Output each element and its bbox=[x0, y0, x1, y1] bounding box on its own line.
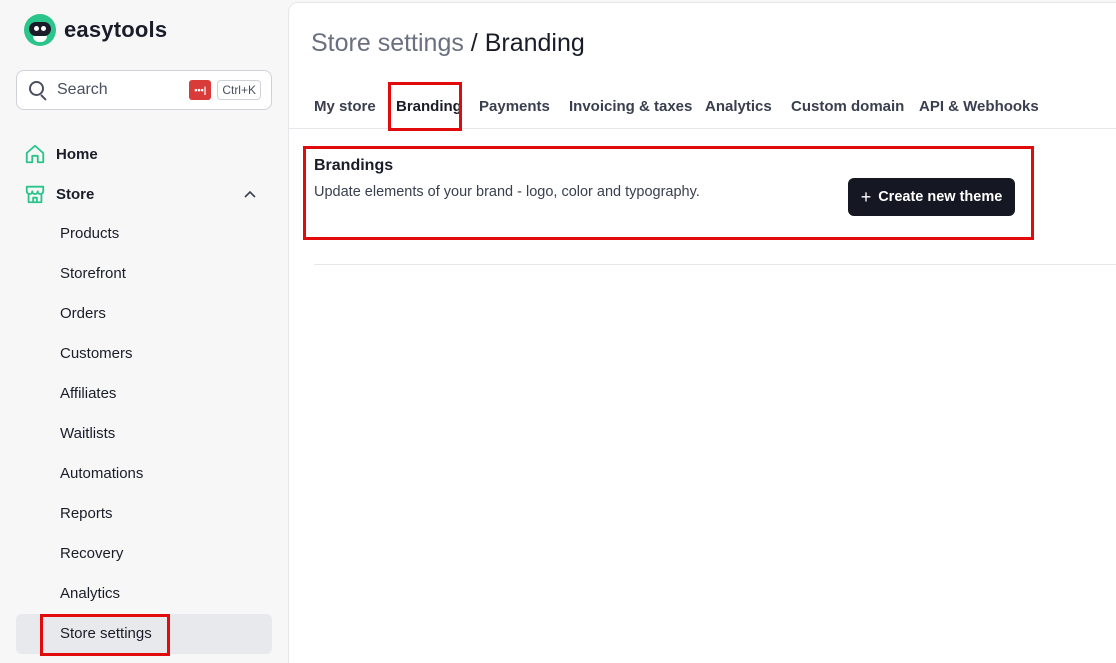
store-icon bbox=[25, 185, 45, 204]
sidebar-item-home[interactable]: Home bbox=[24, 143, 98, 165]
tab-branding[interactable]: Branding bbox=[396, 98, 462, 115]
search-placeholder: Search bbox=[57, 81, 108, 98]
tab-api-webhooks[interactable]: API & Webhooks bbox=[919, 98, 1039, 115]
sidebar-item-orders[interactable]: Orders bbox=[60, 304, 106, 324]
brandings-title: Brandings bbox=[314, 157, 394, 174]
tab-my-store[interactable]: My store bbox=[314, 98, 376, 115]
create-new-theme-button[interactable]: + Create new theme bbox=[848, 178, 1015, 216]
breadcrumb-current: Branding bbox=[484, 29, 585, 57]
sidebar-item-customers[interactable]: Customers bbox=[60, 344, 133, 364]
breadcrumb-separator: / bbox=[463, 29, 485, 57]
brand-name: easytools bbox=[64, 17, 168, 42]
sidebar-item-waitlists[interactable]: Waitlists bbox=[60, 424, 115, 444]
sidebar-item-label: Home bbox=[56, 145, 98, 163]
sidebar-item-store[interactable]: Store bbox=[24, 183, 94, 205]
search-icon bbox=[29, 81, 47, 101]
search-box[interactable]: Search •••| Ctrl+K bbox=[16, 70, 272, 110]
brandings-description: Update elements of your brand - logo, co… bbox=[314, 184, 700, 200]
tab-invoicing-taxes[interactable]: Invoicing & taxes bbox=[569, 98, 692, 115]
sidebar: easytools Search •••| Ctrl+K Home Store … bbox=[0, 0, 288, 663]
brand-logo[interactable]: easytools bbox=[24, 14, 167, 46]
main-panel: Store settings / Branding My store Brand… bbox=[288, 2, 1116, 663]
breadcrumb-parent[interactable]: Store settings bbox=[311, 29, 464, 57]
sidebar-item-automations[interactable]: Automations bbox=[60, 464, 143, 484]
password-manager-icon[interactable]: •••| bbox=[189, 80, 212, 100]
search-shortcut: Ctrl+K bbox=[217, 80, 261, 100]
page-title: Store settings / Branding bbox=[311, 29, 585, 58]
sidebar-item-products[interactable]: Products bbox=[60, 224, 119, 244]
sidebar-item-label: Store bbox=[56, 185, 95, 203]
chevron-up-icon[interactable] bbox=[243, 187, 257, 201]
section-divider bbox=[314, 264, 1116, 265]
home-icon bbox=[25, 144, 45, 164]
tab-custom-domain[interactable]: Custom domain bbox=[791, 98, 904, 115]
tab-analytics[interactable]: Analytics bbox=[705, 98, 772, 115]
sidebar-item-recovery[interactable]: Recovery bbox=[60, 544, 123, 564]
plus-icon: + bbox=[860, 187, 872, 207]
sidebar-item-store-settings[interactable]: Store settings bbox=[60, 624, 152, 644]
sidebar-item-reports[interactable]: Reports bbox=[60, 504, 113, 524]
sidebar-item-storefront[interactable]: Storefront bbox=[60, 264, 126, 284]
tab-payments[interactable]: Payments bbox=[479, 98, 550, 115]
create-new-theme-label: Create new theme bbox=[878, 189, 1003, 205]
sidebar-item-affiliates[interactable]: Affiliates bbox=[60, 384, 116, 404]
settings-tabs: My store Branding Payments Invoicing & t… bbox=[289, 89, 1116, 129]
sloth-logo-icon bbox=[24, 14, 56, 46]
sidebar-item-analytics[interactable]: Analytics bbox=[60, 584, 120, 604]
